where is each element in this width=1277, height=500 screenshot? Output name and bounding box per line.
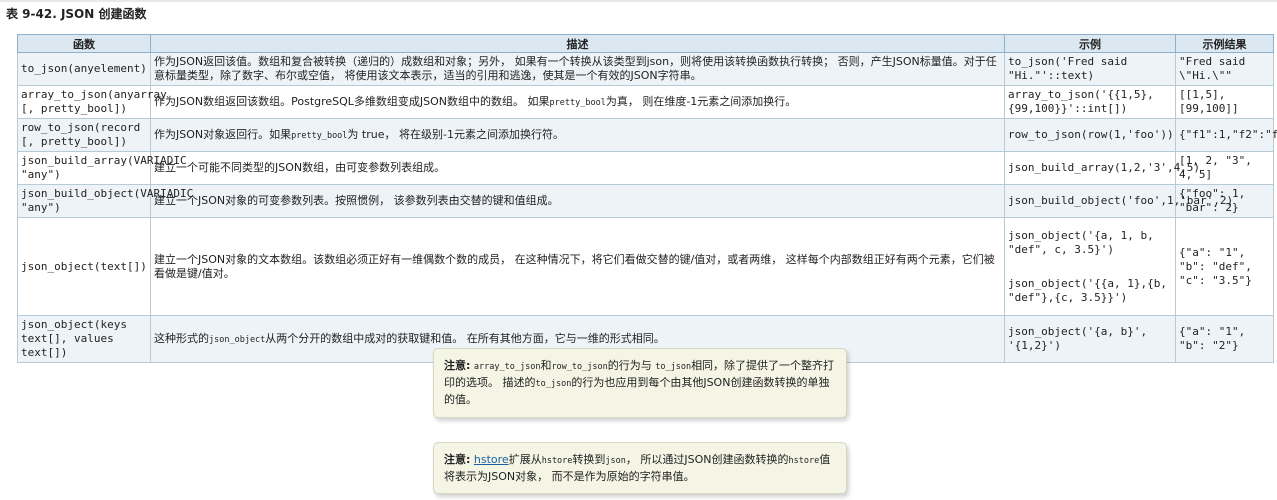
table-row: json_build_array(VARIADIC "any") 建立一个可能不… [17, 151, 1274, 185]
result-cell: {"f1":1,"f2":"foo"} [1175, 118, 1277, 152]
hstore-link[interactable]: hstore [474, 453, 509, 466]
description-cell: 作为JSON数组返回该数组。PostgreSQL多维数组变成JSON数组中的数组… [150, 85, 1005, 119]
inline-code: array_to_json [473, 362, 541, 372]
example-line: json_object('{a, 1, b, "def", c, 3.5}') [1008, 228, 1154, 256]
function-cell: to_json(anyelement) [17, 52, 151, 86]
note-box-pretty-print: 注意: array_to_json和row_to_json的行为与 to_jso… [433, 348, 847, 418]
function-cell: json_build_array(VARIADIC "any") [17, 151, 187, 185]
result-cell: "Fred said \"Hi.\"" [1175, 52, 1274, 86]
example-cell: row_to_json(row(1,'foo')) [1004, 118, 1176, 152]
inline-code: hstore [541, 456, 573, 466]
inline-code: to_json [655, 362, 692, 372]
table-row: json_object(text[]) 建立一个JSON对象的文本数组。该数组必… [17, 217, 1274, 316]
example-cell: json_build_array(1,2,'3',4,5) [1004, 151, 1200, 185]
example-cell: json_object('{a, b}', '{1,2}') [1004, 315, 1176, 363]
note-label: 注意: [444, 453, 471, 466]
header-description: 描述 [150, 34, 1005, 53]
json-functions-table: 函数 描述 示例 示例结果 to_json(anyelement) 作为JSON… [17, 34, 1277, 363]
result-cell: {"a": "1", "b": "2"} [1175, 315, 1274, 363]
note-label: 注意: [444, 359, 471, 372]
result-cell: {"a": "1", "b": "def", "c": "3.5"} [1175, 217, 1274, 316]
example-line: json_object('{{a, 1},{b, "def"},{c, 3.5}… [1008, 276, 1167, 304]
table-caption: 表 9-42. JSON 创建函数 [6, 7, 147, 21]
description-cell: 建立一个可能不同类型的JSON数组，由可变参数列表组成。 [150, 151, 1005, 185]
description-cell: 建立一个JSON对象的文本数组。该数组必须正好有一维偶数个数的成员， 在这种情况… [150, 217, 1005, 316]
example-cell: json_object('{a, 1, b, "def", c, 3.5}') … [1004, 217, 1176, 316]
description-cell: 作为JSON对象返回行。如果pretty_bool为 true， 将在级别-1元… [150, 118, 1005, 152]
result-cell: [[1,5],[99,100]] [1175, 85, 1274, 119]
header-function: 函数 [17, 34, 151, 53]
inline-code: json_object [209, 335, 266, 345]
inline-code: pretty_bool [549, 98, 606, 108]
table-row: row_to_json(record [, pretty_bool]) 作为JS… [17, 118, 1277, 152]
description-cell: 作为JSON返回该值。数组和复合被转换（递归的）成数组和对象；另外， 如果有一个… [150, 52, 1005, 86]
inline-code: hstore [788, 456, 820, 466]
example-cell: json_build_object('foo',1,'bar',2) [1004, 184, 1233, 218]
inline-code: to_json [535, 379, 572, 389]
inline-code: pretty_bool [291, 131, 348, 141]
inline-code: row_to_json [551, 362, 608, 372]
function-cell: row_to_json(record [, pretty_bool]) [17, 118, 151, 152]
top-divider [0, 0, 1277, 2]
header-example: 示例 [1004, 34, 1176, 53]
result-cell: [1, 2, "3", 4, 5] [1175, 151, 1274, 185]
example-cell: array_to_json('{{1,5},{99,100}}'::int[]) [1004, 85, 1176, 119]
table-row: json_build_object(VARIADIC "any") 建立一个JS… [17, 184, 1274, 218]
example-cell: to_json('Fred said "Hi."'::text) [1004, 52, 1176, 86]
header-example-result: 示例结果 [1175, 34, 1274, 53]
function-cell: json_object(keys text[], values text[]) [17, 315, 151, 363]
function-cell: json_object(text[]) [17, 217, 151, 316]
result-cell: {"foo": 1, "bar": 2} [1175, 184, 1274, 218]
table-header-row: 函数 描述 示例 示例结果 [17, 34, 1274, 53]
description-cell: 建立一个JSON对象的可变参数列表。按照惯例， 该参数列表由交替的键和值组成。 [150, 184, 1005, 218]
inline-code: json [605, 456, 626, 466]
function-cell: json_build_object(VARIADIC "any") [17, 184, 193, 218]
function-cell: array_to_json(anyarray [, pretty_bool]) [17, 85, 167, 119]
table-row: to_json(anyelement) 作为JSON返回该值。数组和复合被转换（… [17, 52, 1274, 86]
note-box-hstore: 注意: hstore扩展从hstore转换到json， 所以通过JSON创建函数… [433, 442, 847, 494]
table-row: array_to_json(anyarray [, pretty_bool]) … [17, 85, 1274, 119]
